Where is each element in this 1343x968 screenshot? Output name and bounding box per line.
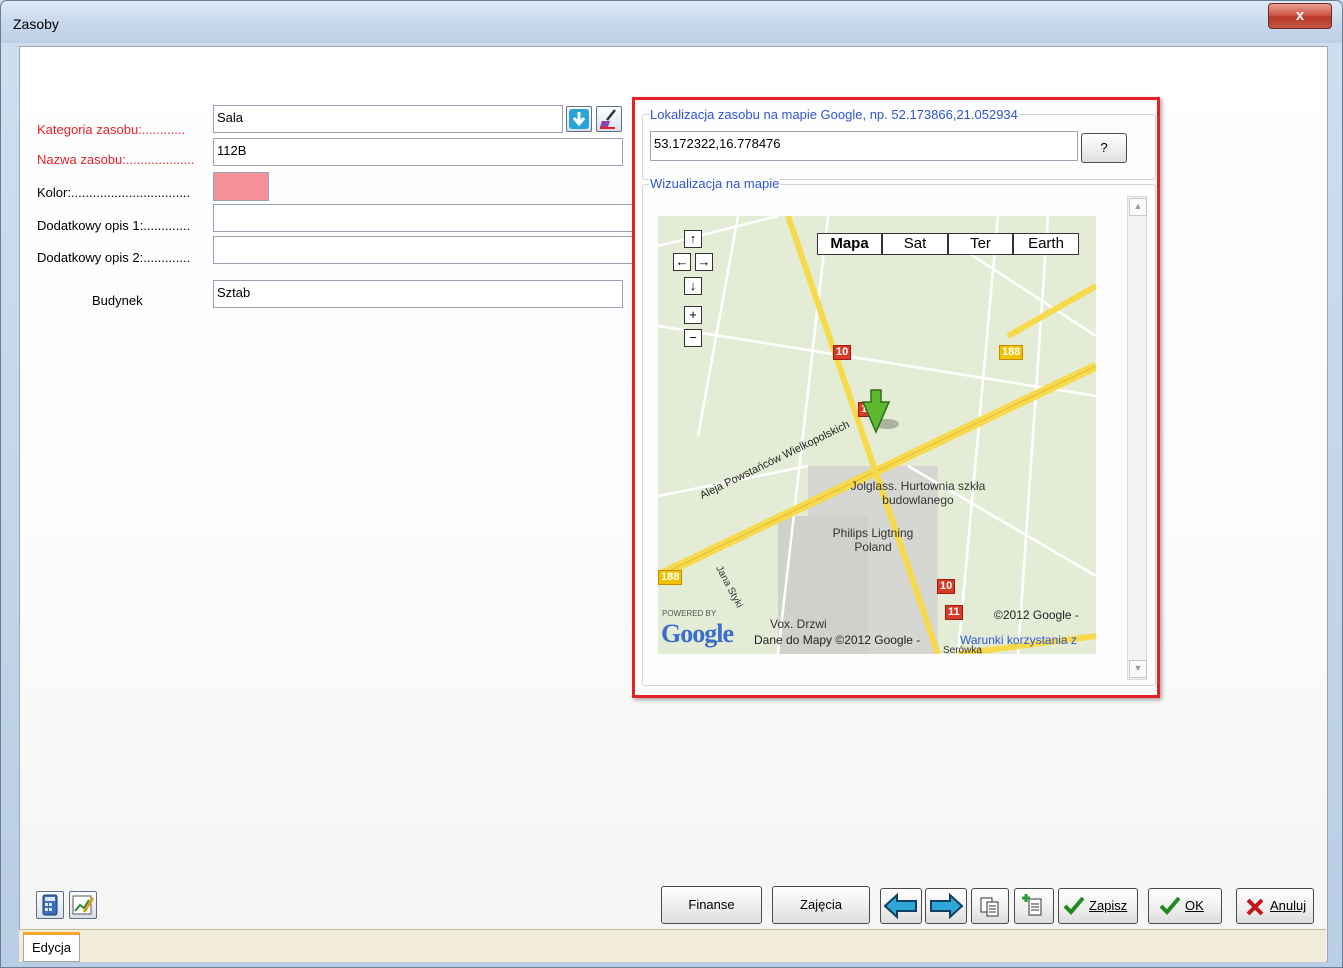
route-shield: 188 <box>999 345 1024 360</box>
powered-by-label: POWERED BY <box>662 609 717 618</box>
zoom-in-button[interactable]: + <box>684 306 702 324</box>
broom-icon <box>600 109 616 129</box>
pan-down-button[interactable]: ↓ <box>684 277 702 295</box>
copy-button[interactable] <box>971 888 1009 924</box>
google-logo: Google <box>661 619 734 648</box>
route-shield: 10 <box>937 579 956 594</box>
pan-up-button[interactable]: ↑ <box>684 230 702 248</box>
finance-button[interactable]: Finanse <box>661 886 762 924</box>
place-label: Jolglass. Hurtownia szkła budowlanego <box>850 479 986 507</box>
visualization-group-label: Wizualizacja na mapie <box>649 176 781 191</box>
ok-button-label: OK <box>1185 898 1204 913</box>
route-shield: 10 <box>833 345 852 360</box>
copy-icon <box>980 897 999 917</box>
cancel-button[interactable]: Anuluj <box>1236 888 1314 924</box>
save-button[interactable]: Zapisz <box>1058 888 1138 924</box>
close-icon <box>1246 898 1264 916</box>
add-record-button[interactable] <box>1014 888 1054 924</box>
zoom-out-button[interactable]: − <box>684 329 702 347</box>
category-field[interactable]: Sala <box>213 105 563 133</box>
tab-bar <box>19 929 1326 962</box>
map-type-ter[interactable]: Ter <box>948 233 1013 255</box>
desc2-label: Dodatkowy opis 2:............. <box>37 250 191 265</box>
select-category-button[interactable] <box>566 106 592 132</box>
scroll-down-arrow[interactable]: ▼ <box>1129 660 1147 678</box>
color-label: Kolor:................................. <box>37 185 191 200</box>
google-map[interactable]: Mapa Sat Ter Earth ↑ ← → ↓ + − 10 188 1 … <box>658 216 1096 654</box>
location-marker-icon <box>861 389 899 434</box>
map-scrollbar[interactable]: ▲ ▼ <box>1127 196 1147 680</box>
map-type-sat[interactable]: Sat <box>882 233 948 255</box>
category-label: Kategoria zasobu:............ <box>37 122 186 137</box>
desc2-field[interactable] <box>213 236 633 264</box>
arrow-down-icon <box>569 109 589 129</box>
report-button[interactable] <box>69 891 97 919</box>
scroll-up-arrow[interactable]: ▲ <box>1129 198 1147 216</box>
calculator-button[interactable] <box>36 891 64 919</box>
arrow-right-icon <box>930 892 964 920</box>
calculator-icon <box>42 894 58 916</box>
main-window: Zasoby x Kategoria zasobu:............ S… <box>0 0 1343 968</box>
building-field[interactable]: Sztab <box>213 280 623 308</box>
clear-category-button[interactable] <box>596 106 622 132</box>
color-swatch[interactable] <box>213 172 269 201</box>
help-button[interactable]: ? <box>1081 133 1127 163</box>
close-button[interactable]: x <box>1268 3 1332 29</box>
pan-left-button[interactable]: ← <box>673 253 691 271</box>
desc1-field[interactable] <box>213 204 633 232</box>
previous-record-button[interactable] <box>880 888 922 924</box>
add-document-icon <box>1022 894 1042 916</box>
place-label: Vox. Drzwi <box>770 617 827 631</box>
ok-button[interactable]: OK <box>1148 888 1222 924</box>
copyright-label: ©2012 Google - <box>994 608 1079 622</box>
map-type-mapa[interactable]: Mapa <box>817 233 882 255</box>
building-label: Budynek <box>92 293 143 308</box>
pan-right-button[interactable]: → <box>695 253 713 271</box>
map-type-earth[interactable]: Earth <box>1013 233 1079 255</box>
next-record-button[interactable] <box>925 888 967 924</box>
name-label: Nazwa zasobu:................... <box>37 152 195 167</box>
map-location-panel: Lokalizacja zasobu na mapie Google, np. … <box>632 97 1160 698</box>
tab-edycja[interactable]: Edycja <box>23 932 81 962</box>
location-group-label: Lokalizacja zasobu na mapie Google, np. … <box>649 107 1019 122</box>
name-field[interactable]: 112B <box>213 138 623 166</box>
coordinates-input[interactable]: 53.172322,16.778476 <box>650 131 1078 161</box>
save-button-label: Zapisz <box>1089 898 1128 913</box>
route-shield: 188 <box>658 570 683 585</box>
chart-edit-icon <box>72 895 95 915</box>
terms-link[interactable]: Warunki korzystania z <box>960 633 1077 647</box>
desc1-label: Dodatkowy opis 1:............. <box>37 218 191 233</box>
classes-button[interactable]: Zajęcia <box>772 886 870 924</box>
window-title: Zasoby <box>13 16 59 32</box>
checkmark-icon <box>1063 896 1085 915</box>
place-label: Philips Ligtning Poland <box>832 526 914 554</box>
route-shield: 11 <box>945 605 963 620</box>
arrow-left-icon <box>883 892 917 920</box>
cancel-button-label: Anuluj <box>1270 898 1307 913</box>
data-credit-label: Dane do Mapy ©2012 Google - <box>754 633 921 647</box>
checkmark-icon <box>1159 896 1181 915</box>
title-bar: Zasoby x <box>1 1 1342 43</box>
